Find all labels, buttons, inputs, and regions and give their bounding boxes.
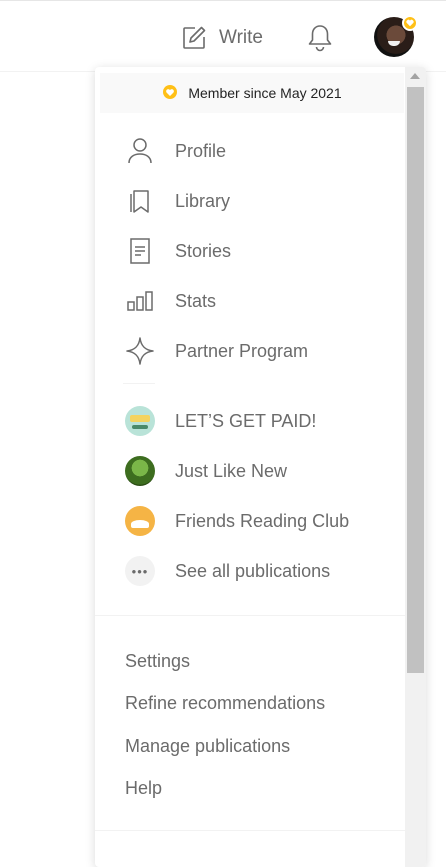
menu-item-label: Partner Program	[175, 340, 309, 361]
divider	[95, 615, 405, 616]
menu-item-label: Library	[175, 190, 231, 211]
refine-recommendations-link[interactable]: Refine recommendations	[125, 693, 325, 714]
menu-item-partner-program[interactable]: Partner Program	[125, 333, 308, 369]
scroll-up-arrow-icon[interactable]	[410, 73, 420, 79]
top-navigation-bar: Write	[0, 0, 446, 72]
publication-logo	[125, 406, 155, 436]
manage-publications-link[interactable]: Manage publications	[125, 736, 290, 757]
publication-label: Just Like New	[175, 460, 288, 481]
see-all-publications[interactable]: ••• See all publications	[125, 553, 330, 589]
divider	[95, 830, 405, 831]
publication-lets-get-paid[interactable]: LET’S GET PAID!	[125, 403, 316, 439]
help-link[interactable]: Help	[125, 778, 162, 799]
bar-chart-icon	[125, 286, 155, 316]
publication-label: Friends Reading Club	[175, 510, 350, 531]
publication-label: LET’S GET PAID!	[175, 410, 317, 431]
bell-icon	[306, 25, 334, 57]
notifications-button[interactable]	[306, 23, 334, 58]
membership-banner: Member since May 2021	[100, 73, 404, 113]
menu-item-label: Profile	[175, 140, 227, 161]
member-badge-icon	[402, 15, 418, 31]
user-menu-dropdown: Member since May 2021 Profile Library St…	[95, 67, 426, 867]
write-button[interactable]: Write	[181, 23, 263, 53]
publication-logo	[125, 506, 155, 536]
publication-just-like-new[interactable]: Just Like New	[125, 453, 287, 489]
menu-item-stats[interactable]: Stats	[125, 283, 216, 319]
menu-item-library[interactable]: Library	[125, 183, 230, 219]
menu-item-profile[interactable]: Profile	[125, 133, 226, 169]
write-label: Write	[219, 27, 263, 48]
user-icon	[125, 136, 155, 166]
member-since-text: Member since May 2021	[188, 85, 342, 101]
settings-link[interactable]: Settings	[125, 651, 190, 672]
sparkle-icon	[125, 336, 155, 366]
member-star-icon	[162, 84, 178, 103]
scrollbar-thumb[interactable]	[407, 87, 424, 673]
document-icon	[125, 236, 155, 266]
bookmark-icon	[125, 186, 155, 216]
more-icon: •••	[125, 556, 155, 586]
scrollbar[interactable]	[405, 67, 426, 867]
write-icon	[181, 25, 207, 51]
divider	[123, 383, 155, 384]
menu-item-label: Stories	[175, 240, 232, 261]
menu-item-stories[interactable]: Stories	[125, 233, 231, 269]
publication-label: See all publications	[175, 560, 331, 581]
publication-logo	[125, 456, 155, 486]
menu-item-label: Stats	[175, 290, 217, 311]
user-avatar-button[interactable]	[374, 15, 418, 59]
publication-friends-reading-club[interactable]: Friends Reading Club	[125, 503, 349, 539]
